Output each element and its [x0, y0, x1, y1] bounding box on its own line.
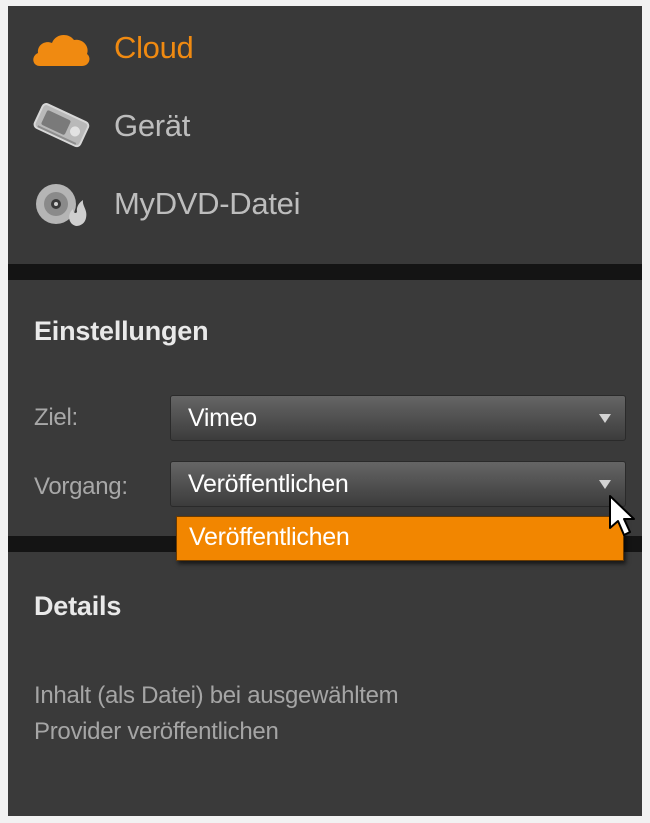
nav-item-mydvd-file[interactable]: MyDVD-Datei [30, 174, 430, 234]
disc-burn-icon [30, 179, 96, 229]
chevron-down-icon [599, 414, 611, 423]
details-description: Inhalt (als Datei) bei ausgewähltem Prov… [34, 678, 399, 750]
target-select[interactable]: Vimeo [170, 395, 626, 441]
chevron-down-icon [599, 480, 611, 489]
settings-heading: Einstellungen [34, 316, 209, 346]
device-drive-icon [30, 101, 96, 151]
nav-item-device[interactable]: Gerät [30, 96, 430, 156]
details-line: Inhalt (als Datei) bei ausgewähltem [34, 682, 399, 709]
output-panel: Cloud Gerät MyDVD-Datei Einstellungen Zi… [8, 6, 642, 816]
nav-item-label: MyDVD-Datei [114, 186, 301, 221]
details-line: Provider veröffentlichen [34, 718, 279, 745]
output-destination-list: Cloud Gerät MyDVD-Datei [8, 6, 642, 264]
operation-select-value: Veröffentlichen [188, 470, 349, 498]
nav-item-label: Cloud [114, 30, 194, 65]
details-heading: Details [34, 591, 122, 621]
operation-dropdown-menu: Veröffentlichen [176, 516, 624, 561]
target-label: Ziel: [34, 404, 78, 431]
cloud-icon [30, 23, 96, 73]
target-select-value: Vimeo [188, 404, 257, 432]
nav-item-cloud[interactable]: Cloud [30, 18, 430, 78]
section-divider [8, 264, 642, 280]
operation-label: Vorgang: [34, 473, 128, 500]
mouse-pointer-icon [608, 494, 638, 543]
nav-item-label: Gerät [114, 108, 191, 143]
operation-select[interactable]: Veröffentlichen [170, 461, 626, 507]
dropdown-option-publish[interactable]: Veröffentlichen [189, 523, 350, 552]
